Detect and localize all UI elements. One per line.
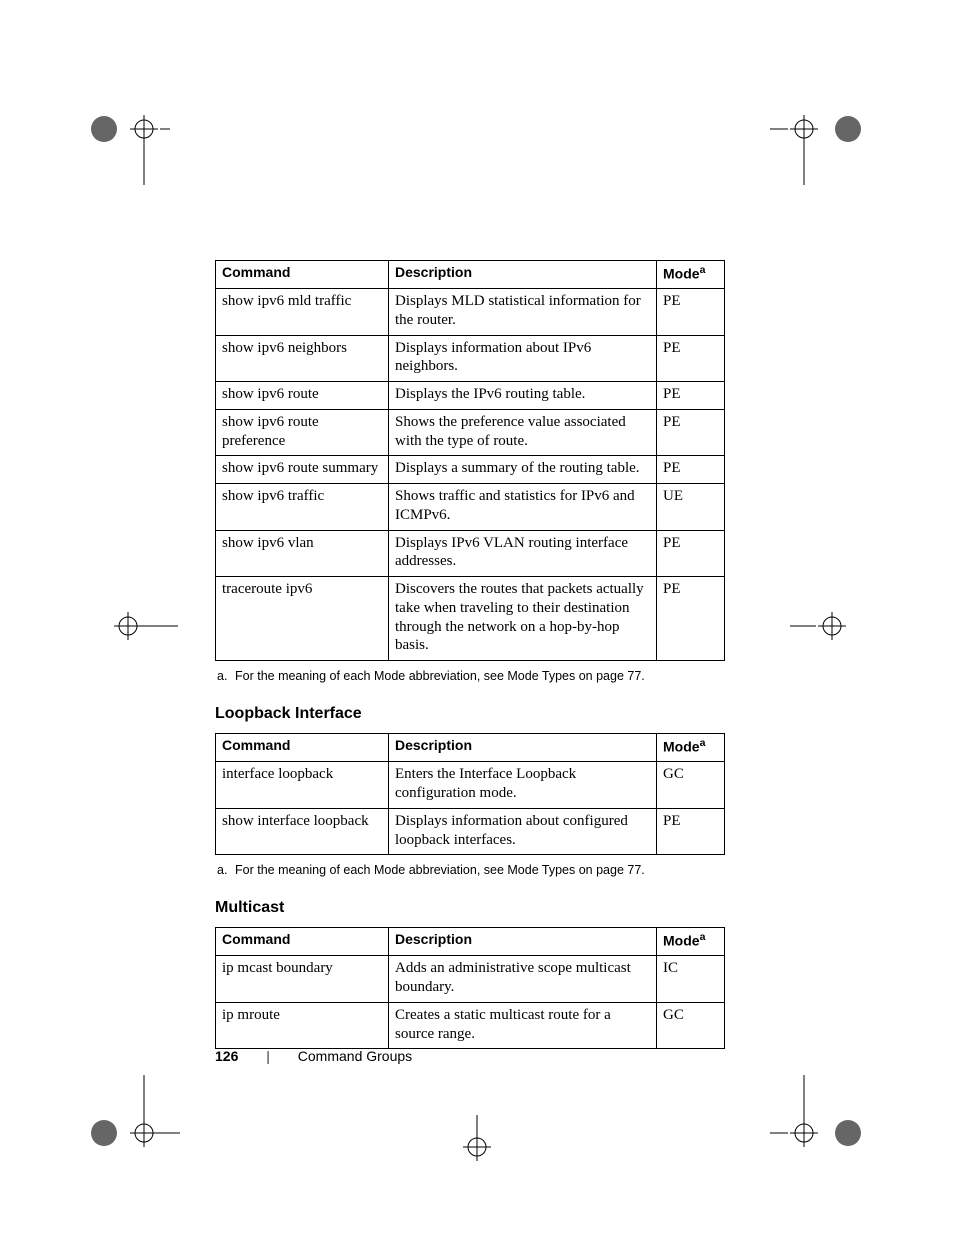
table-ipv6-commands: Command Description Modea show ipv6 mld … <box>215 260 725 661</box>
table1-body: show ipv6 mld trafficDisplays MLD statis… <box>216 289 725 661</box>
table-row: show ipv6 route summaryDisplays a summar… <box>216 456 725 484</box>
table-row: show interface loopbackDisplays informat… <box>216 808 725 855</box>
col-command: Command <box>216 734 389 762</box>
table-loopback: Command Description Modea interface loop… <box>215 733 725 855</box>
section-loopback-interface: Loopback Interface <box>215 705 725 723</box>
col-mode: Modea <box>657 261 725 289</box>
table-row: show ipv6 route preferenceShows the pref… <box>216 409 725 456</box>
table-row: interface loopbackEnters the Interface L… <box>216 762 725 809</box>
crop-mark-icon <box>90 115 170 195</box>
table-row: show ipv6 neighborsDisplays information … <box>216 335 725 382</box>
crop-mark-icon <box>770 115 870 195</box>
crop-mark-icon <box>108 608 178 648</box>
section-multicast: Multicast <box>215 899 725 917</box>
table-multicast: Command Description Modea ip mcast bound… <box>215 927 725 1049</box>
table-row: ip mrouteCreates a static multicast rout… <box>216 1002 725 1049</box>
footnote-a: a.For the meaning of each Mode abbreviat… <box>217 669 725 683</box>
crop-mark-icon <box>770 1075 870 1155</box>
footnote-a-2: a.For the meaning of each Mode abbreviat… <box>217 863 725 877</box>
page-number: 126 <box>215 1048 238 1064</box>
page-footer: 126 | Command Groups <box>215 1048 412 1064</box>
footer-breadcrumb: Command Groups <box>298 1048 412 1064</box>
col-mode: Modea <box>657 734 725 762</box>
table-row: show ipv6 vlanDisplays IPv6 VLAN routing… <box>216 530 725 577</box>
col-description: Description <box>389 734 657 762</box>
table-row: show ipv6 routeDisplays the IPv6 routing… <box>216 382 725 410</box>
footer-separator: | <box>266 1048 270 1064</box>
table-row: show ipv6 mld trafficDisplays MLD statis… <box>216 289 725 336</box>
page-content: Command Description Modea show ipv6 mld … <box>215 260 725 1049</box>
crop-mark-icon <box>90 1075 180 1155</box>
table3-body: ip mcast boundaryAdds an administrative … <box>216 956 725 1049</box>
table2-body: interface loopbackEnters the Interface L… <box>216 762 725 855</box>
table-row: show ipv6 trafficShows traffic and stati… <box>216 484 725 531</box>
col-description: Description <box>389 261 657 289</box>
crop-mark-icon <box>790 608 860 648</box>
table-row: ip mcast boundaryAdds an administrative … <box>216 956 725 1003</box>
col-command: Command <box>216 261 389 289</box>
col-command: Command <box>216 928 389 956</box>
table-row: traceroute ipv6Discovers the routes that… <box>216 577 725 661</box>
col-mode: Modea <box>657 928 725 956</box>
col-description: Description <box>389 928 657 956</box>
crop-mark-icon <box>452 1115 502 1175</box>
